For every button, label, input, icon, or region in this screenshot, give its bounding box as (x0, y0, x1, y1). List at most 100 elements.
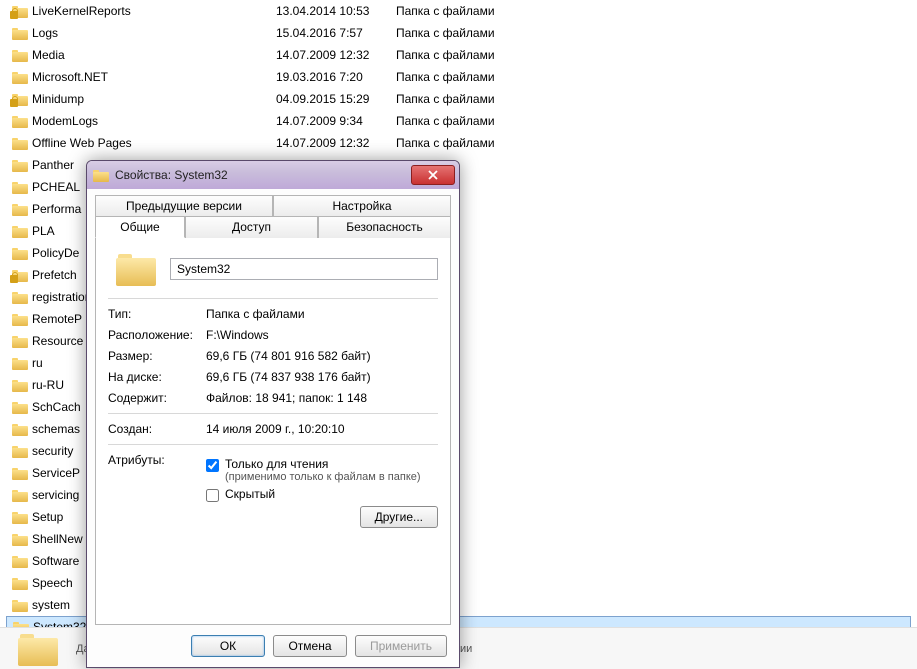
file-date: 19.03.2016 7:20 (276, 70, 396, 84)
file-row[interactable]: LiveKernelReports 13.04.2014 10:53Папка с… (6, 0, 911, 22)
folder-icon (12, 27, 28, 40)
file-name: security (32, 444, 73, 458)
file-name: servicing (32, 488, 79, 502)
tab-general[interactable]: Общие (95, 216, 185, 238)
hidden-checkbox[interactable] (206, 489, 219, 502)
file-name: ModemLogs (32, 114, 98, 128)
folder-icon (12, 577, 28, 590)
close-button[interactable] (411, 165, 455, 185)
folder-icon (12, 357, 28, 370)
folder-icon (12, 379, 28, 392)
file-name: Prefetch (32, 268, 77, 282)
folder-icon (12, 203, 28, 216)
created-value: 14 июля 2009 г., 10:20:10 (206, 422, 438, 436)
folder-icon (12, 291, 28, 304)
file-type: Папка с файлами (396, 136, 536, 150)
file-name: Media (32, 48, 65, 62)
cancel-button[interactable]: Отмена (273, 635, 347, 657)
tab-previous-versions[interactable]: Предыдущие версии (95, 195, 273, 216)
tab-access[interactable]: Доступ (185, 216, 318, 238)
created-label: Создан: (108, 422, 206, 436)
status-text-right: ии (460, 643, 472, 655)
folder-icon (12, 511, 28, 524)
folder-icon (12, 467, 28, 480)
dialog-title: Свойства: System32 (115, 168, 405, 182)
folder-icon (12, 489, 28, 502)
file-name: PLA (32, 224, 55, 238)
folder-icon (12, 269, 28, 282)
file-name: Logs (32, 26, 58, 40)
file-type: Папка с файлами (396, 70, 536, 84)
folder-icon (12, 335, 28, 348)
file-type: Папка с файлами (396, 26, 536, 40)
location-label: Расположение: (108, 328, 206, 342)
folder-icon (18, 632, 58, 666)
file-date: 04.09.2015 15:29 (276, 92, 396, 106)
folder-icon (12, 445, 28, 458)
apply-button[interactable]: Применить (355, 635, 447, 657)
ok-button[interactable]: ОК (191, 635, 265, 657)
file-row[interactable]: Minidump04.09.2015 15:29Папка с файлами (6, 88, 911, 110)
folder-icon (12, 423, 28, 436)
file-type: Папка с файлами (396, 92, 536, 106)
folder-icon (12, 181, 28, 194)
readonly-label: Только для чтения (225, 457, 421, 471)
folder-icon (12, 115, 28, 128)
lock-icon (10, 99, 18, 107)
file-date: 14.07.2009 12:32 (276, 136, 396, 150)
file-type: Папка с файлами (396, 48, 536, 62)
file-row[interactable]: Offline Web Pages14.07.2009 12:32Папка с… (6, 132, 911, 154)
file-row[interactable]: ModemLogs14.07.2009 9:34Папка с файлами (6, 110, 911, 132)
file-name: Setup (32, 510, 63, 524)
close-icon (428, 170, 438, 180)
folder-name-input[interactable] (170, 258, 438, 280)
tab-settings[interactable]: Настройка (273, 195, 451, 216)
file-name: Microsoft.NET (32, 70, 108, 84)
lock-icon (10, 275, 18, 283)
file-name: RemoteP (32, 312, 82, 326)
folder-icon (12, 137, 28, 150)
readonly-note: (применимо только к файлам в папке) (225, 471, 421, 483)
file-name: ru-RU (32, 378, 64, 392)
folder-icon (12, 555, 28, 568)
file-row[interactable]: Microsoft.NET 19.03.2016 7:20Папка с файл… (6, 66, 911, 88)
file-name: Panther (32, 158, 74, 172)
properties-dialog: Свойства: System32 Предыдущие версии Нас… (86, 160, 460, 668)
location-value: F:\Windows (206, 328, 438, 342)
file-row[interactable]: Media14.07.2009 12:32Папка с файлами (6, 44, 911, 66)
file-date: 13.04.2014 10:53 (276, 4, 396, 18)
other-attributes-button[interactable]: Другие... (360, 506, 438, 528)
file-name: schemas (32, 422, 80, 436)
attributes-label: Атрибуты: (108, 453, 206, 467)
folder-icon (93, 169, 109, 182)
file-name: PolicyDe (32, 246, 79, 260)
folder-icon (12, 93, 28, 106)
folder-icon (12, 5, 28, 18)
file-name: ShellNew (32, 532, 83, 546)
folder-icon (12, 401, 28, 414)
folder-icon (12, 313, 28, 326)
ondisk-value: 69,6 ГБ (74 837 938 176 байт) (206, 370, 438, 384)
folder-icon (116, 252, 156, 286)
file-row[interactable]: Logs15.04.2016 7:57Папка с файлами (6, 22, 911, 44)
folder-icon (12, 159, 28, 172)
contains-value: Файлов: 18 941; папок: 1 148 (206, 391, 438, 405)
tab-content-general: Тип:Папка с файлами Расположение:F:\Wind… (95, 238, 451, 625)
file-name: Software (32, 554, 79, 568)
file-name: Performa (32, 202, 81, 216)
title-bar[interactable]: Свойства: System32 (87, 161, 459, 189)
file-name: Speech (32, 576, 73, 590)
ondisk-label: На диске: (108, 370, 206, 384)
file-name: ServiceP (32, 466, 80, 480)
file-name: system (32, 598, 70, 612)
tab-security[interactable]: Безопасность (318, 216, 451, 238)
size-value: 69,6 ГБ (74 801 916 582 байт) (206, 349, 438, 363)
folder-icon (12, 49, 28, 62)
file-name: ru (32, 356, 43, 370)
file-name: PCHEAL (32, 180, 80, 194)
file-name: LiveKernelReports (32, 4, 131, 18)
lock-icon (10, 11, 18, 19)
readonly-checkbox[interactable] (206, 459, 219, 472)
file-type: Папка с файлами (396, 4, 536, 18)
dialog-body: Предыдущие версии Настройка Общие Доступ… (87, 189, 459, 667)
